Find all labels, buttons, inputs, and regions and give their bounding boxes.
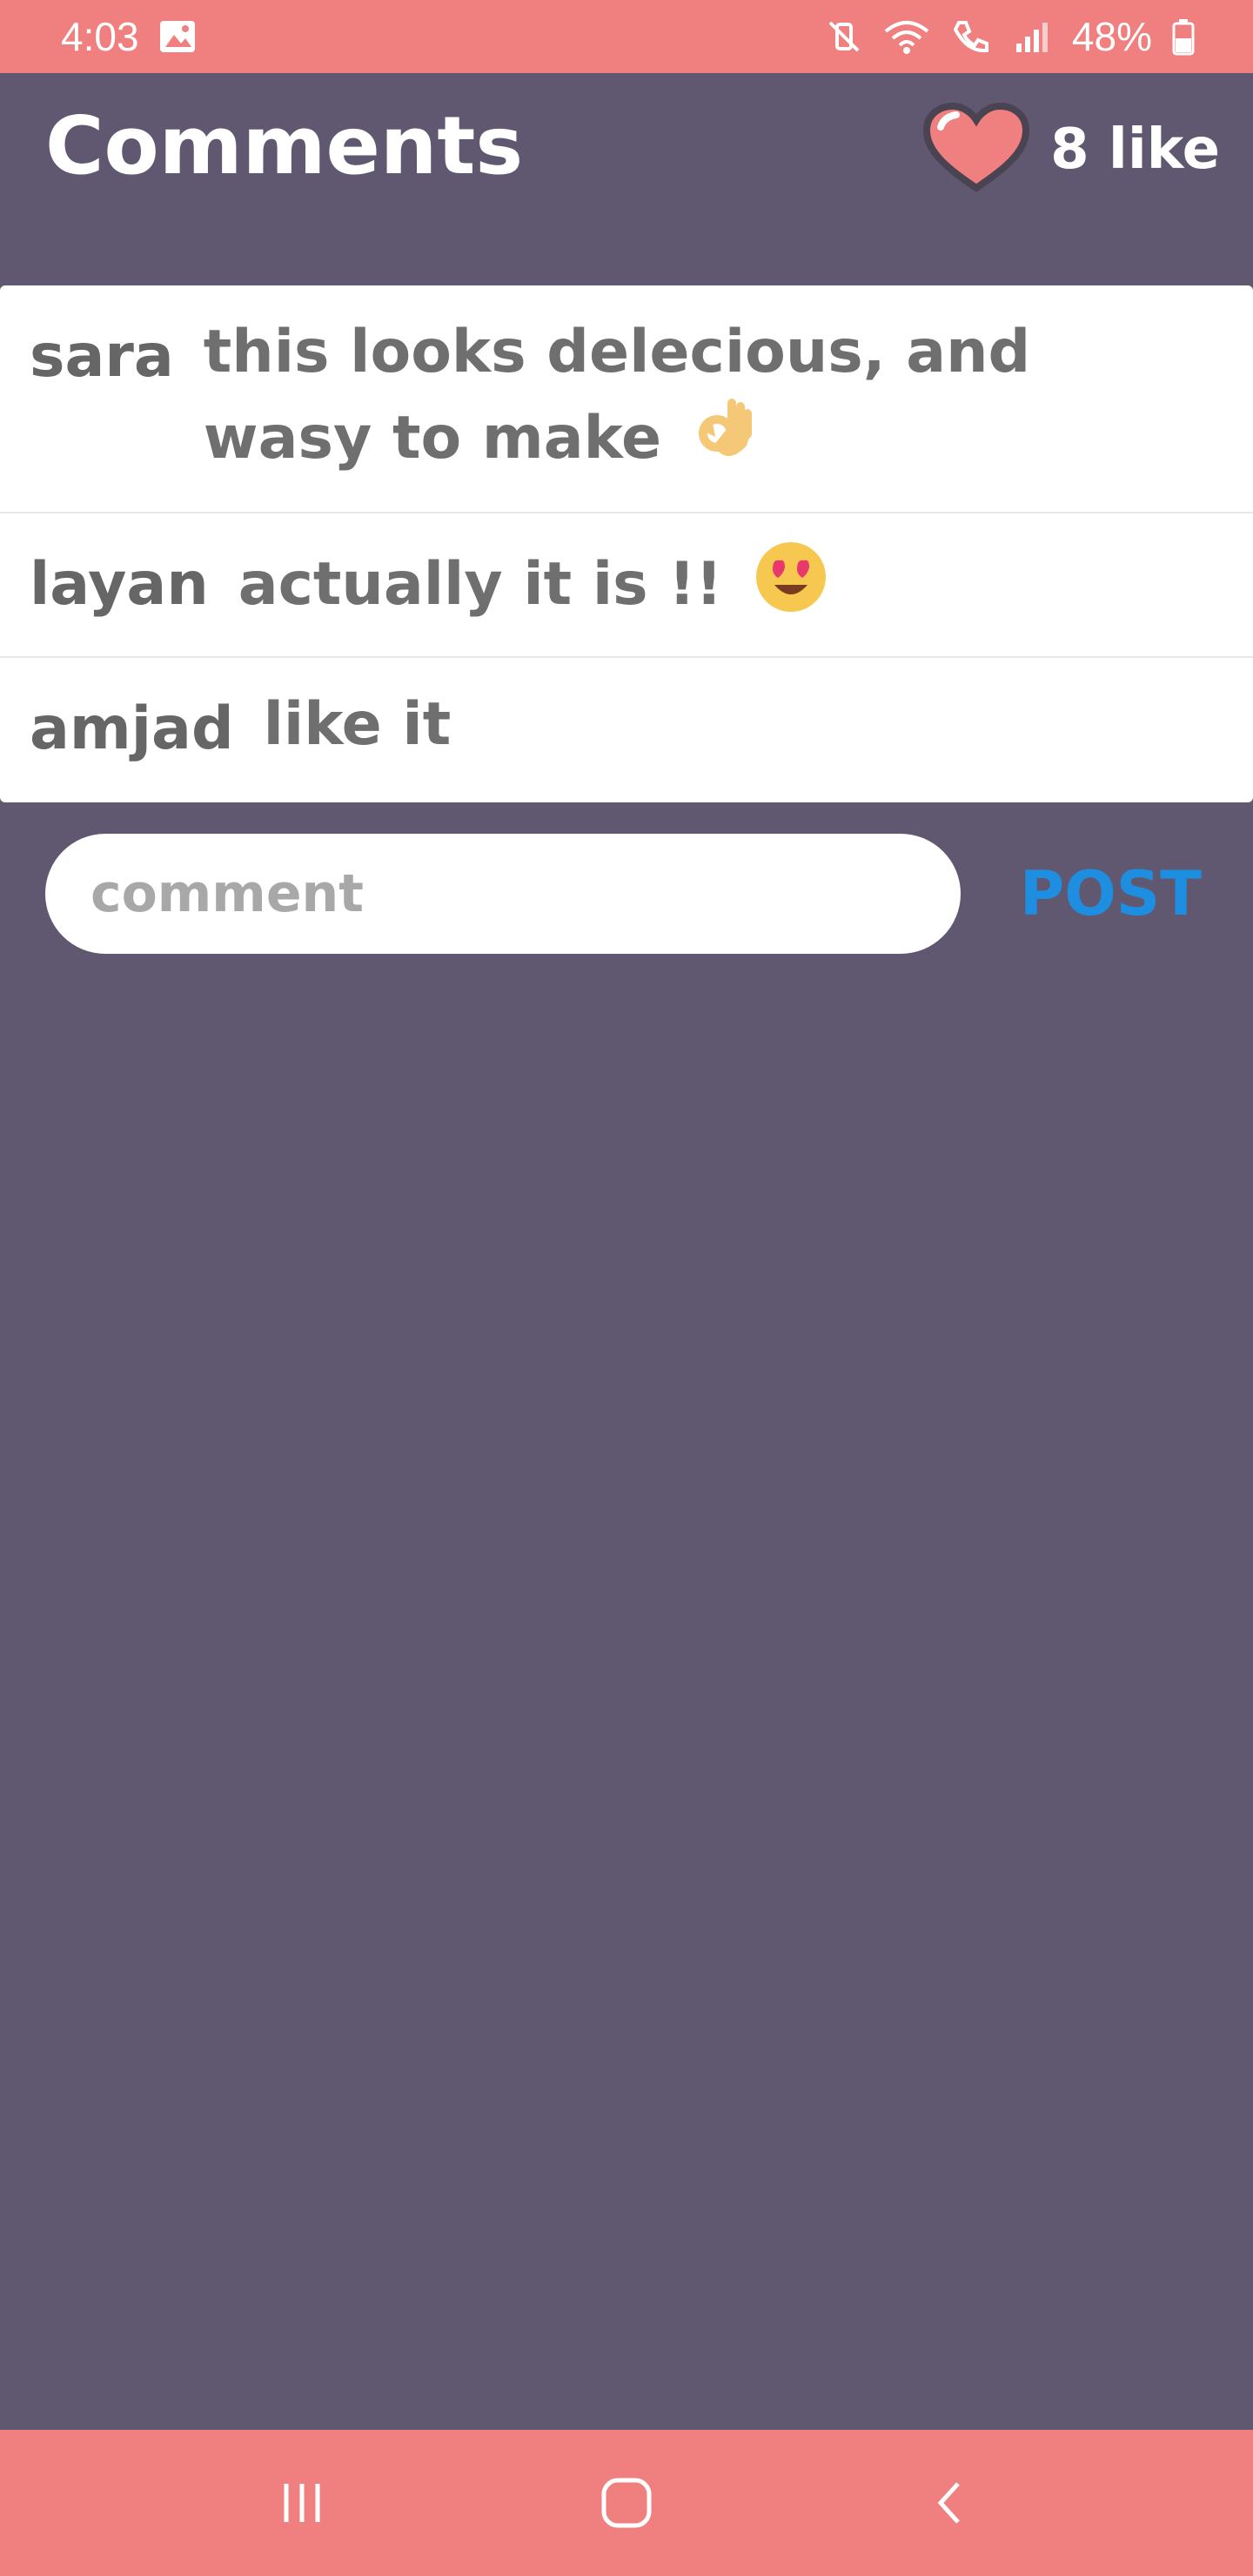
like-group: 8 like	[921, 102, 1220, 197]
comment-username: layan	[30, 550, 209, 619]
list-item: sara this looks delecious, and wasy to m…	[0, 285, 1253, 512]
signal-icon	[1015, 19, 1053, 54]
comment-composer: POST	[45, 834, 1211, 954]
back-icon[interactable]	[899, 2451, 1003, 2555]
heart-eyes-icon	[754, 540, 828, 636]
comment-username: amjad	[30, 694, 234, 763]
wifi-icon	[882, 17, 931, 56]
like-count: 8 like	[1050, 117, 1220, 182]
battery-percent: 48%	[1071, 14, 1152, 59]
header: Comments 8 like	[0, 73, 1253, 285]
comment-input[interactable]	[45, 834, 961, 954]
recent-apps-icon[interactable]	[250, 2451, 354, 2555]
comment-username: sara	[30, 322, 174, 391]
comment-text: like it	[264, 684, 452, 766]
status-right: 48%	[825, 13, 1196, 60]
nav-bar	[0, 2430, 1253, 2576]
status-bar: 4:03 48%	[0, 0, 1253, 73]
comment-text: actually it is !!	[238, 540, 828, 636]
status-time: 4:03	[61, 14, 139, 59]
comment-text-content: actually it is !!	[238, 550, 723, 620]
list-item: layan actually it is !!	[0, 512, 1253, 656]
mute-icon	[825, 17, 863, 56]
gallery-icon	[158, 19, 197, 54]
status-left: 4:03	[61, 13, 197, 60]
wifi-calling-icon	[950, 17, 995, 56]
battery-icon	[1171, 17, 1196, 56]
comment-text: this looks delecious, and wasy to make	[204, 312, 1213, 490]
comment-text-content: this looks delecious, and wasy to make	[203, 318, 1031, 473]
comment-text-content: like it	[263, 690, 452, 759]
ok-hand-icon	[693, 393, 757, 490]
page-title: Comments	[45, 99, 524, 192]
heart-icon[interactable]	[921, 102, 1031, 197]
post-button[interactable]: POST	[1020, 858, 1202, 929]
home-icon[interactable]	[574, 2451, 679, 2555]
comments-list: sara this looks delecious, and wasy to m…	[0, 285, 1253, 802]
list-item: amjad like it	[0, 656, 1253, 802]
